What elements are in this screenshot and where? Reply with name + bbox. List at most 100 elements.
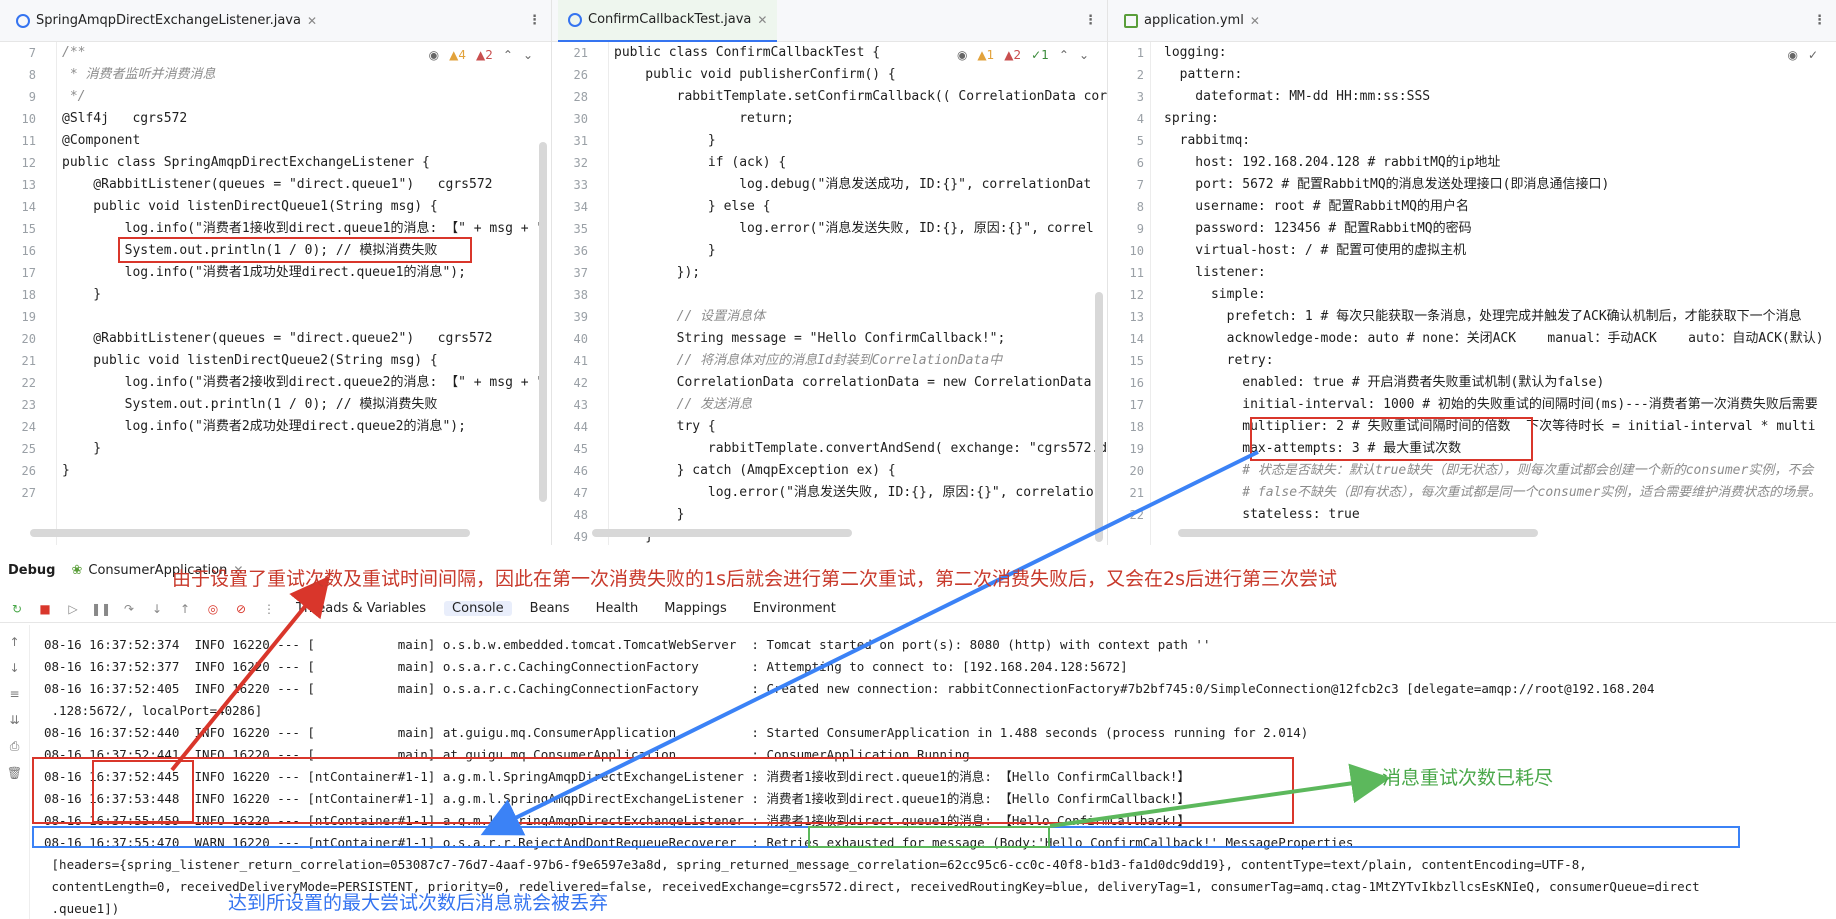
code-line[interactable]: 23 System.out.println(1 / 0); // 模拟消费失败	[0, 394, 551, 416]
console-output[interactable]: 08-16 16:37:52:374 INFO 16220 --- [ main…	[34, 626, 1836, 919]
code-line[interactable]: 44 try {	[552, 416, 1107, 438]
code-line[interactable]: 7 /**	[0, 42, 551, 64]
code-line[interactable]: 37 });	[552, 262, 1107, 284]
code-line[interactable]: 42 CorrelationData correlationData = new…	[552, 372, 1107, 394]
code-line[interactable]: 7 port: 5672 # 配置RabbitMQ的消息发送处理接口(即消息通信…	[1108, 174, 1836, 196]
code-line[interactable]: 26 public void publisherConfirm() {	[552, 64, 1107, 86]
pause-icon[interactable]: ❚❚	[91, 600, 111, 618]
more-icon[interactable]: ⋮	[1813, 13, 1826, 28]
code-line[interactable]: 14 public void listenDirectQueue1(String…	[0, 196, 551, 218]
close-icon[interactable]: ✕	[1250, 14, 1260, 28]
tab-beans[interactable]: Beans	[522, 601, 578, 616]
code-line[interactable]: 15 log.info("消费者1接收到direct.queue1的消息: 【"…	[0, 218, 551, 240]
code-line[interactable]: 21 # false不缺失（即有状态），每次重试都是同一个consumer实例，…	[1108, 482, 1836, 504]
console-line[interactable]: 08-16 16:37:52:441 INFO 16220 --- [ main…	[44, 744, 970, 766]
code-editor[interactable]: ◉ ▲1 ▲2 ✓1 ⌃ ⌄ 21 public class ConfirmCal…	[552, 42, 1107, 545]
code-line[interactable]: 25 }	[0, 438, 551, 460]
console-line[interactable]: 08-16 16:37:53:448 INFO 16220 --- [ntCon…	[44, 788, 1190, 810]
more-icon[interactable]: ⋮	[528, 13, 541, 28]
code-line[interactable]: 31 }	[552, 130, 1107, 152]
code-line[interactable]: 27	[0, 482, 551, 504]
code-line[interactable]: 3 dateformat: MM-dd HH:mm:ss:SSS	[1108, 86, 1836, 108]
step-into-icon[interactable]: ↓	[148, 600, 166, 618]
code-line[interactable]: 45 rabbitTemplate.convertAndSend( exchan…	[552, 438, 1107, 460]
arrow-up-icon[interactable]: ↑	[9, 635, 19, 649]
code-line[interactable]: 24 log.info("消费者2成功处理direct.queue2的消息");	[0, 416, 551, 438]
tab-mappings[interactable]: Mappings	[656, 601, 735, 616]
code-line[interactable]: 8 * 消费者监听并消费消息	[0, 64, 551, 86]
code-line[interactable]: 34 } else {	[552, 196, 1107, 218]
resume-icon[interactable]: ▷	[64, 600, 82, 618]
vertical-scrollbar[interactable]	[1095, 292, 1103, 542]
print-icon[interactable]: ⎙	[10, 739, 20, 754]
trash-icon[interactable]: 🗑	[7, 766, 22, 780]
code-line[interactable]: 12 simple:	[1108, 284, 1836, 306]
step-out-icon[interactable]: ↑	[176, 600, 194, 618]
code-line[interactable]: 4 spring:	[1108, 108, 1836, 130]
code-line[interactable]: 9 */	[0, 86, 551, 108]
code-editor[interactable]: ◉ ✓ 1 logging: 2 pattern: 3 dateformat: MM-…	[1108, 42, 1836, 545]
console-line[interactable]: 08-16 16:37:52:445 INFO 16220 --- [ntCon…	[44, 766, 1190, 788]
code-line[interactable]: 41 // 将消息体对应的消息Id封装到CorrelationData中	[552, 350, 1107, 372]
code-line[interactable]: 35 log.error("消息发送失败, ID:{}, 原因:{}", cor…	[552, 218, 1107, 240]
code-line[interactable]: 17 initial-interval: 1000 # 初始的失败重试的间隔时间…	[1108, 394, 1836, 416]
code-line[interactable]: 13 prefetch: 1 # 每次只能获取一条消息，处理完成并触发了ACK确…	[1108, 306, 1836, 328]
console-line[interactable]: 08-16 16:37:52:374 INFO 16220 --- [ main…	[44, 634, 1210, 656]
code-line[interactable]: 19 max-attempts: 3 # 最大重试次数	[1108, 438, 1836, 460]
code-line[interactable]: 18 multiplier: 2 # 失败重试间隔时间的倍数 下次等待时长 = …	[1108, 416, 1836, 438]
code-line[interactable]: 16 enabled: true # 开启消费者失败重试机制(默认为false)	[1108, 372, 1836, 394]
tab-confirmcallback-java[interactable]: ConfirmCallbackTest.java ✕	[558, 0, 778, 42]
code-line[interactable]: 8 username: root # 配置RabbitMQ的用户名	[1108, 196, 1836, 218]
close-icon[interactable]: ✕	[307, 14, 317, 28]
code-line[interactable]: 40 String message = "Hello ConfirmCallba…	[552, 328, 1107, 350]
code-line[interactable]: 10 virtual-host: / # 配置可使用的虚拟主机	[1108, 240, 1836, 262]
code-line[interactable]: 32 if (ack) {	[552, 152, 1107, 174]
code-line[interactable]: 6 host: 192.168.204.128 # rabbitMQ的ip地址	[1108, 152, 1836, 174]
code-line[interactable]: 2 pattern:	[1108, 64, 1836, 86]
code-line[interactable]: 33 log.debug("消息发送成功, ID:{}", correlatio…	[552, 174, 1107, 196]
vertical-scrollbar[interactable]	[539, 142, 547, 502]
code-line[interactable]: 28 rabbitTemplate.setConfirmCallback(( C…	[552, 86, 1107, 108]
code-line[interactable]: 18 }	[0, 284, 551, 306]
code-line[interactable]: 14 acknowledge-mode: auto # none：关闭ACK m…	[1108, 328, 1836, 350]
code-line[interactable]: 20 @RabbitListener(queues = "direct.queu…	[0, 328, 551, 350]
code-line[interactable]: 47 log.error("消息发送失败, ID:{}, 原因:{}", cor…	[552, 482, 1107, 504]
mute-breakpoints-icon[interactable]: ⊘	[232, 600, 250, 618]
console-line[interactable]: .128:5672/, localPort=40286]	[44, 700, 263, 722]
code-line[interactable]: 36 }	[552, 240, 1107, 262]
horizontal-scrollbar[interactable]	[1178, 529, 1538, 537]
console-line[interactable]: .queue1])	[44, 898, 120, 919]
more-icon[interactable]: ⋮	[260, 600, 278, 618]
tab-application-yml[interactable]: application.yml ✕	[1114, 0, 1270, 42]
tab-listener-java[interactable]: SpringAmqpDirectExchangeListener.java ✕	[6, 0, 327, 42]
code-line[interactable]: 30 return;	[552, 108, 1107, 130]
code-line[interactable]: 5 rabbitmq:	[1108, 130, 1836, 152]
console-line[interactable]: 08-16 16:37:55:459 INFO 16220 --- [ntCon…	[44, 810, 1190, 832]
stop-icon[interactable]: ■	[36, 600, 54, 618]
horizontal-scrollbar[interactable]	[30, 529, 470, 537]
tab-environment[interactable]: Environment	[745, 601, 844, 616]
code-editor[interactable]: ◉ ▲4 ▲2 ⌃ ⌄ 7/** 8 * 消费者监听并消费消息 9 */10 @Slf…	[0, 42, 551, 545]
code-line[interactable]: 10 @Slf4j cgrs572	[0, 108, 551, 130]
code-line[interactable]: 13 @RabbitListener(queues = "direct.queu…	[0, 174, 551, 196]
code-line[interactable]: 21 public class ConfirmCallbackTest {	[552, 42, 1107, 64]
code-line[interactable]: 15 retry:	[1108, 350, 1836, 372]
code-line[interactable]: 12 public class SpringAmqpDirectExchangeL…	[0, 152, 551, 174]
view-breakpoints-icon[interactable]: ◎	[204, 600, 222, 618]
code-line[interactable]: 26}	[0, 460, 551, 482]
scroll-end-icon[interactable]: ⇊	[9, 713, 19, 727]
tab-console[interactable]: Console	[444, 601, 512, 616]
code-line[interactable]: 46 } catch (AmqpException ex) {	[552, 460, 1107, 482]
code-line[interactable]: 38	[552, 284, 1107, 306]
close-icon[interactable]: ✕	[757, 13, 767, 27]
console-line[interactable]: [headers={spring_listener_return_correla…	[44, 854, 1587, 876]
code-line[interactable]: 48 }	[552, 504, 1107, 526]
horizontal-scrollbar[interactable]	[592, 529, 852, 537]
console-line[interactable]: 08-16 16:37:52:440 INFO 16220 --- [ main…	[44, 722, 1308, 744]
code-line[interactable]: 22 log.info("消费者2接收到direct.queue2的消息: 【"…	[0, 372, 551, 394]
arrow-down-icon[interactable]: ↓	[9, 661, 19, 675]
code-line[interactable]: 11 listener:	[1108, 262, 1836, 284]
code-line[interactable]: 39 // 设置消息体	[552, 306, 1107, 328]
code-line[interactable]: 43 // 发送消息	[552, 394, 1107, 416]
code-line[interactable]: 11 @Component	[0, 130, 551, 152]
